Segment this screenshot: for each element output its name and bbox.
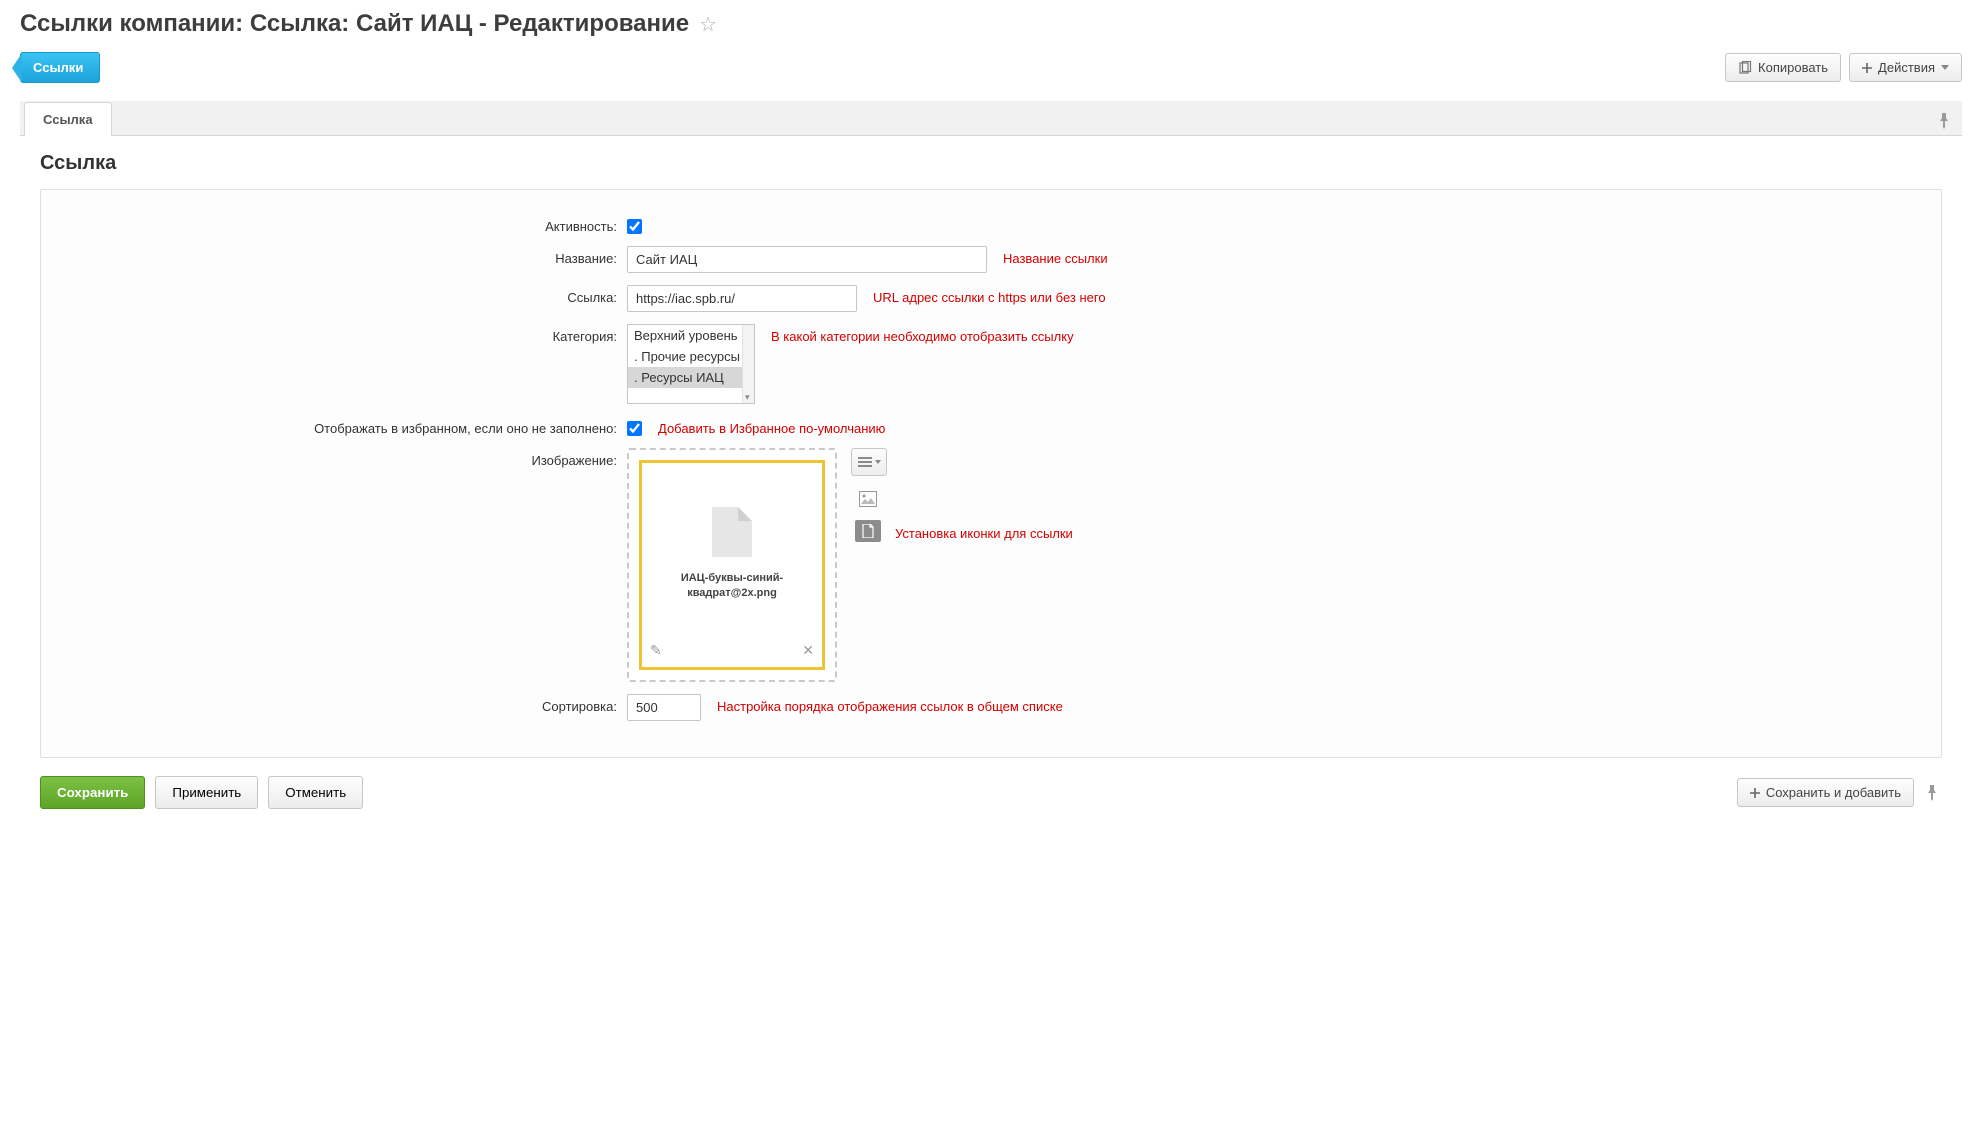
save-and-add-button[interactable]: Сохранить и добавить	[1737, 778, 1914, 807]
image-type-icon[interactable]	[855, 488, 881, 510]
page-title: Ссылки компании: Ссылка: Сайт ИАЦ - Реда…	[20, 10, 689, 38]
tabs-bar: Ссылка	[20, 101, 1962, 136]
save-label: Сохранить	[57, 785, 128, 800]
category-option-2[interactable]: . Ресурсы ИАЦ	[628, 367, 754, 388]
actions-button[interactable]: Действия	[1849, 53, 1962, 82]
listbox-scrollbar[interactable]	[742, 325, 754, 403]
caret-down-icon	[1941, 65, 1949, 71]
apply-button[interactable]: Применить	[155, 776, 258, 809]
row-link: Ссылка: URL адрес ссылки с https или без…	[57, 285, 1925, 312]
plus-icon	[1750, 788, 1760, 798]
image-menu-button[interactable]	[851, 448, 887, 476]
category-listbox[interactable]: Верхний уровень . Прочие ресурсы . Ресур…	[627, 324, 755, 404]
pencil-icon: ✎	[650, 642, 662, 658]
link-label: Ссылка:	[57, 285, 627, 305]
cancel-button[interactable]: Отменить	[268, 776, 363, 809]
plus-icon	[1862, 63, 1872, 73]
copy-button[interactable]: Копировать	[1725, 53, 1841, 82]
favorites-label: Отображать в избранном, если оно не запо…	[57, 416, 627, 436]
panel: Ссылка Активность: Название: Название сс…	[20, 136, 1962, 829]
image-hint: Установка иконки для ссылки	[895, 521, 1073, 541]
row-name: Название: Название ссылки	[57, 246, 1925, 273]
activity-label: Активность:	[57, 214, 627, 234]
pin-footer-button[interactable]	[1922, 781, 1942, 805]
row-sort: Сортировка: Настройка порядка отображени…	[57, 694, 1925, 721]
image-drop-area[interactable]: ИАЦ-буквы-синий-квадрат@2x.png ✎ ✕	[627, 448, 837, 682]
row-activity: Активность:	[57, 214, 1925, 234]
footer-bar: Сохранить Применить Отменить Сохранить и…	[40, 776, 1942, 809]
sort-label: Сортировка:	[57, 694, 627, 714]
pin-icon	[1938, 113, 1950, 129]
favorites-hint: Добавить в Избранное по-умолчанию	[658, 416, 885, 436]
category-label: Категория:	[57, 324, 627, 344]
category-hint: В какой категории необходимо отобразить …	[771, 324, 1074, 344]
thumbnail-preview: ИАЦ-буквы-синий-квадрат@2x.png	[650, 471, 814, 636]
image-label: Изображение:	[57, 448, 627, 468]
category-option-1[interactable]: . Прочие ресурсы	[628, 346, 754, 367]
favorites-checkbox[interactable]	[627, 421, 642, 436]
page-header: Ссылки компании: Ссылка: Сайт ИАЦ - Реда…	[20, 10, 1962, 38]
pin-icon	[1926, 785, 1938, 801]
pin-tabs-button[interactable]	[1930, 107, 1958, 135]
file-icon	[712, 507, 752, 557]
thumbnail-filename: ИАЦ-буквы-синий-квадрат@2x.png	[650, 571, 814, 600]
edit-thumbnail-button[interactable]: ✎	[650, 642, 662, 659]
copy-icon	[1738, 61, 1752, 75]
copy-label: Копировать	[1758, 60, 1828, 75]
sort-hint: Настройка порядка отображения ссылок в о…	[717, 694, 1063, 714]
form-box: Активность: Название: Название ссылки Сс…	[40, 189, 1942, 758]
link-input[interactable]	[627, 285, 857, 312]
sort-input[interactable]	[627, 694, 701, 721]
row-favorites: Отображать в избранном, если оно не запо…	[57, 416, 1925, 436]
caret-down-icon	[875, 460, 881, 465]
hamburger-icon	[858, 457, 872, 467]
name-hint: Название ссылки	[1003, 246, 1108, 266]
favorite-star-icon[interactable]: ☆	[699, 12, 717, 37]
image-thumbnail: ИАЦ-буквы-синий-квадрат@2x.png ✎ ✕	[639, 460, 825, 670]
apply-label: Применить	[172, 785, 241, 800]
close-icon: ✕	[802, 642, 814, 658]
activity-checkbox[interactable]	[627, 219, 642, 234]
save-add-label: Сохранить и добавить	[1766, 785, 1901, 800]
panel-title: Ссылка	[40, 152, 1942, 175]
file-type-icon[interactable]	[855, 520, 881, 542]
remove-thumbnail-button[interactable]: ✕	[802, 642, 814, 659]
tab-link-label: Ссылка	[43, 112, 93, 127]
cancel-label: Отменить	[285, 785, 346, 800]
category-option-0[interactable]: Верхний уровень	[628, 325, 754, 346]
actions-label: Действия	[1878, 60, 1935, 75]
tab-link[interactable]: Ссылка	[24, 102, 112, 136]
save-button[interactable]: Сохранить	[40, 776, 145, 809]
name-label: Название:	[57, 246, 627, 266]
breadcrumb-label: Ссылки	[33, 60, 83, 75]
name-input[interactable]	[627, 246, 987, 273]
row-category: Категория: Верхний уровень . Прочие ресу…	[57, 324, 1925, 404]
toolbar: Ссылки Копировать Действия	[20, 52, 1962, 83]
link-hint: URL адрес ссылки с https или без него	[873, 285, 1106, 305]
breadcrumb-links-button[interactable]: Ссылки	[20, 52, 100, 83]
row-image: Изображение: ИАЦ-буквы-синий-квадрат@2x.…	[57, 448, 1925, 682]
